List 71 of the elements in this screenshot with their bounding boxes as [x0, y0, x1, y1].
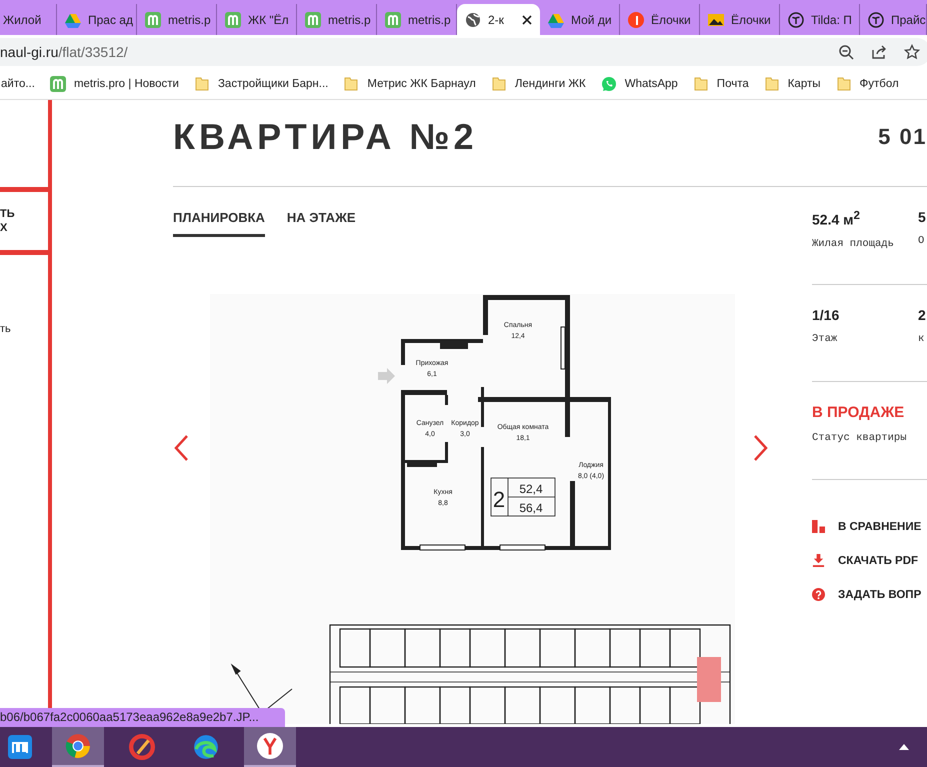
- globe-icon: [465, 12, 481, 28]
- bookmark[interactable]: Карты: [764, 76, 821, 92]
- circle-logo-icon: [788, 12, 804, 28]
- circle-logo-icon: [628, 12, 644, 28]
- bookmark[interactable]: Лендинги ЖК: [490, 76, 586, 92]
- stat-label: Жилая площадь: [812, 238, 895, 250]
- folder-icon: [343, 76, 360, 92]
- stat-label: Этаж: [812, 333, 838, 345]
- stat-label: к: [918, 333, 926, 345]
- total-area: 56,4: [519, 501, 543, 515]
- bookmark[interactable]: Застройщики Барн...: [194, 76, 328, 92]
- stat-value: 1/16: [812, 307, 840, 323]
- bar-chart-icon: [812, 520, 825, 533]
- stat-value: 2: [918, 307, 927, 323]
- action-link[interactable]: ЗАДАТЬ ВОПР: [812, 588, 927, 601]
- bookmark[interactable]: WhatsApp: [600, 76, 678, 92]
- browser-tab[interactable]: 2-к: [457, 4, 540, 35]
- help-icon: [812, 588, 825, 601]
- folder-icon: [490, 76, 507, 92]
- folder-icon: [692, 76, 709, 92]
- price: 5 01: [878, 124, 927, 150]
- folder-icon: [836, 76, 852, 92]
- app-logo-icon: [8, 735, 32, 759]
- room-count: 2: [492, 487, 506, 512]
- square-logo-icon: [145, 12, 161, 28]
- sidebar-text: Х: [0, 221, 8, 235]
- taskbar-button[interactable]: [244, 727, 296, 767]
- triangle-logo-icon: [65, 12, 81, 28]
- star-icon[interactable]: [904, 44, 920, 60]
- square-logo-icon: [385, 12, 401, 28]
- circle-logo-icon: [129, 734, 155, 760]
- link-preview-bar: b06/b067fa2c0060aa5173eaa962e8a9e2b7.JP...: [0, 708, 285, 727]
- status-value: В ПРОДАЖЕ: [812, 404, 906, 421]
- square-logo-icon: [305, 12, 321, 28]
- view-tab[interactable]: ПЛАНИРОВКА: [173, 210, 265, 237]
- chevron-left-icon: [173, 434, 189, 462]
- bookmark[interactable]: айто...: [1, 78, 35, 90]
- bookmark[interactable]: Футбол: [836, 76, 899, 92]
- share-icon[interactable]: [871, 44, 887, 60]
- view-tab[interactable]: НА ЭТАЖЕ: [286, 210, 356, 237]
- caret-up-icon[interactable]: [899, 744, 909, 750]
- download-icon: [812, 554, 825, 567]
- sidebar-text: ТЬ: [0, 207, 15, 221]
- circle-logo-icon: [868, 12, 884, 28]
- zoom-out-icon[interactable]: [838, 44, 854, 60]
- stat-value: 5: [918, 209, 927, 225]
- square-logo-icon: [225, 12, 241, 28]
- bookmark[interactable]: metris.pro | Новости: [50, 76, 179, 92]
- folder-icon: [194, 76, 210, 92]
- bookmark[interactable]: Почта: [692, 76, 749, 92]
- entry-arrow-icon: [378, 368, 395, 384]
- action-link[interactable]: СКАЧАТЬ PDF: [812, 554, 927, 567]
- chevron-right-icon: [753, 434, 769, 462]
- ring-logo-icon: [65, 733, 91, 759]
- folder-icon: [764, 76, 780, 92]
- bookmark[interactable]: Метрис ЖК Барнаул: [343, 76, 476, 92]
- chat-bubble-icon: [600, 76, 617, 92]
- stat-label: Статус квартиры: [812, 432, 908, 444]
- triangle-logo-icon: [548, 12, 564, 28]
- square-logo-icon: [50, 76, 66, 92]
- close-icon[interactable]: [522, 14, 532, 24]
- stat-value: 52.4 м$^{2}$: [812, 209, 861, 228]
- address-field[interactable]: naul-gi.ru/flat/33512/: [0, 38, 927, 66]
- swirl-logo-icon: [193, 734, 219, 760]
- living-area: 52,4: [519, 482, 543, 496]
- page-title: КВАРТИРА №2: [173, 116, 478, 158]
- action-link[interactable]: В СРАВНЕНИЕ: [812, 520, 927, 533]
- sidebar-text: ть: [0, 323, 11, 335]
- picture-icon: [708, 12, 724, 28]
- circle-logo-icon: [257, 733, 283, 759]
- stat-label: О: [918, 235, 926, 247]
